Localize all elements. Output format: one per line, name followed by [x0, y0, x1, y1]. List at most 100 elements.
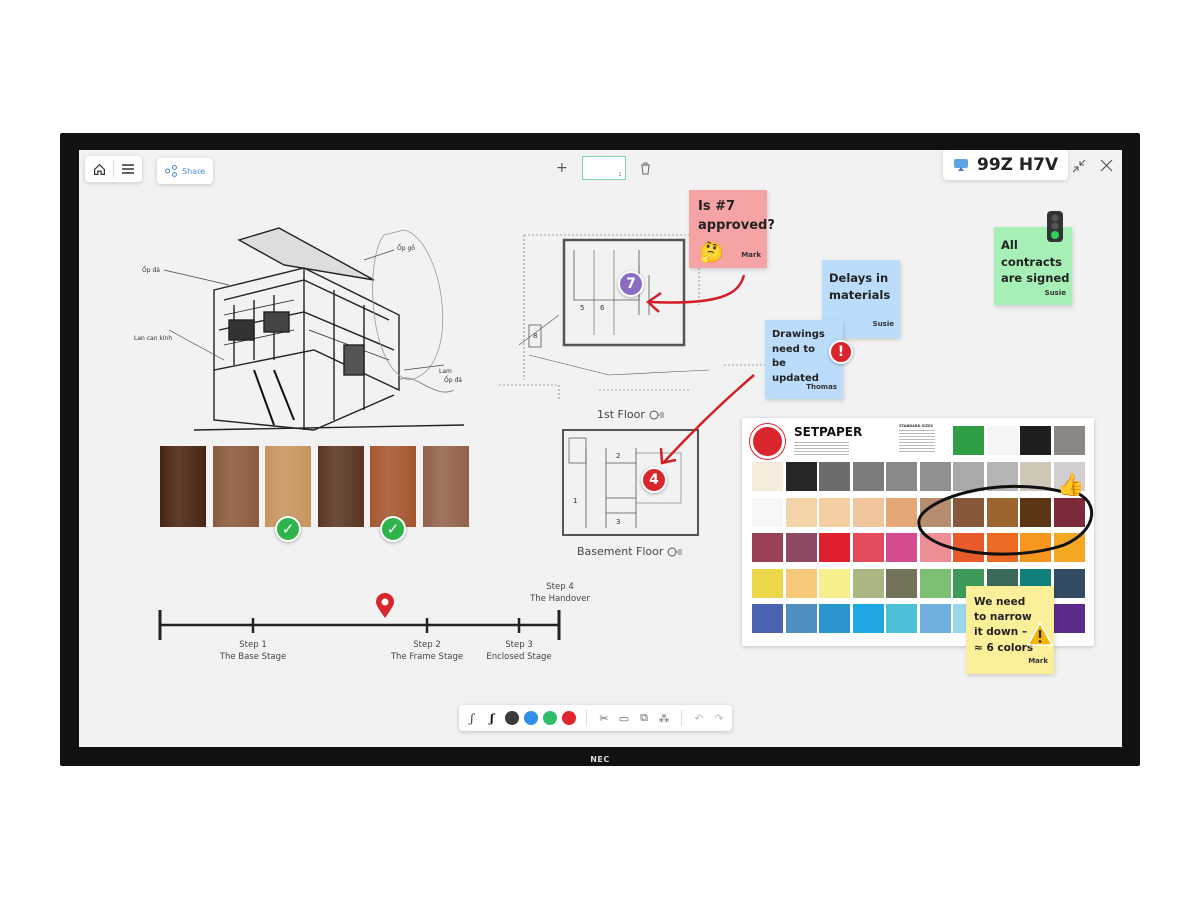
pen-color-dot[interactable]	[543, 711, 557, 725]
color-chip[interactable]	[886, 568, 917, 598]
add-page-button[interactable]: +	[556, 160, 568, 176]
color-chip[interactable]	[919, 497, 951, 527]
color-chip[interactable]	[953, 462, 984, 491]
color-chip[interactable]	[852, 533, 884, 562]
color-chip[interactable]	[785, 533, 817, 562]
color-chip[interactable]	[919, 462, 951, 491]
basement-floor-label: Basement Floor	[577, 545, 683, 558]
close-icon[interactable]	[1100, 159, 1113, 172]
color-chip[interactable]	[1053, 604, 1085, 633]
minimize-icon[interactable]	[1072, 159, 1086, 173]
color-chip[interactable]	[886, 462, 917, 491]
page-thumbnail[interactable]: 1	[581, 156, 626, 180]
color-chip[interactable]	[752, 533, 783, 562]
color-chip[interactable]	[1053, 568, 1085, 598]
shapes-icon[interactable]: ⁂	[657, 712, 671, 725]
color-chip[interactable]	[819, 497, 850, 527]
divider	[681, 710, 682, 726]
traffic-light-icon	[1047, 211, 1063, 242]
compass-icon	[649, 410, 664, 419]
sticky-note-icon[interactable]: ▭	[617, 712, 631, 725]
color-chip[interactable]	[852, 568, 884, 598]
color-chip[interactable]	[1020, 533, 1051, 562]
color-chip[interactable]	[785, 497, 817, 527]
sketch-annotation: Lan can kính	[134, 335, 172, 342]
color-chip[interactable]	[785, 568, 817, 598]
whiteboard-canvas[interactable]: Share + 1 99Z H7V Ốp đá Ốp gỗ Lan can kí…	[79, 150, 1122, 747]
pen-color-dot[interactable]	[505, 711, 519, 725]
room-number: 1	[573, 497, 577, 505]
thick-pen-icon[interactable]: ʃ	[485, 712, 499, 725]
basement-floor-plan[interactable]: 1 2 3	[561, 428, 701, 538]
color-chip[interactable]	[953, 497, 984, 527]
color-chip[interactable]	[886, 604, 917, 633]
color-chip[interactable]	[752, 462, 783, 491]
color-chip[interactable]	[919, 604, 951, 633]
color-chip[interactable]	[819, 462, 850, 491]
wood-swatch[interactable]	[317, 446, 364, 527]
marker-7[interactable]: 7	[618, 271, 644, 297]
color-chip[interactable]	[1020, 497, 1051, 527]
color-chip[interactable]	[752, 604, 783, 633]
wood-swatch[interactable]	[265, 446, 311, 527]
share-label: Share	[182, 166, 206, 176]
color-chip[interactable]	[1053, 533, 1085, 562]
thin-pen-icon[interactable]: ʃ	[465, 712, 479, 725]
color-chip[interactable]	[785, 604, 817, 633]
copy-icon[interactable]: ⧉	[637, 711, 651, 725]
wood-swatch[interactable]	[422, 446, 469, 527]
timeline-step-2: Step 2 The Frame Stage	[390, 640, 464, 662]
color-chip[interactable]	[986, 426, 1018, 455]
share-button[interactable]: Share	[157, 158, 214, 184]
house-sketch[interactable]: Ốp đá Ốp gỗ Lan can kính Lam Ốp đá	[134, 220, 484, 450]
color-chip[interactable]	[953, 533, 984, 562]
sticky-author: Mark	[741, 251, 761, 259]
pen-color-dot[interactable]	[524, 711, 538, 725]
color-chip[interactable]	[852, 604, 884, 633]
redo-icon[interactable]: ↷	[712, 712, 726, 725]
color-chip[interactable]	[986, 462, 1018, 491]
sticky-note-approved[interactable]: Is #7 approved? 🤔 Mark	[689, 190, 775, 268]
wood-swatch[interactable]	[370, 446, 416, 527]
marker-4[interactable]: 4	[641, 467, 667, 493]
color-chip[interactable]	[886, 497, 917, 527]
color-chip[interactable]	[752, 497, 783, 527]
home-button[interactable]	[85, 156, 113, 182]
location-pin-icon[interactable]	[375, 593, 395, 619]
color-chip[interactable]	[819, 604, 850, 633]
room-number: 6	[600, 304, 605, 312]
timeline-step-1: Step 1 The Base Stage	[219, 640, 287, 662]
color-chip[interactable]	[852, 462, 884, 491]
color-chip[interactable]	[953, 426, 984, 455]
color-chip[interactable]	[1020, 426, 1051, 455]
color-picker	[505, 711, 576, 725]
color-chip[interactable]	[1053, 426, 1085, 455]
color-chip[interactable]	[852, 497, 884, 527]
color-chip[interactable]	[819, 533, 850, 562]
sketch-annotation: Ốp đá	[444, 376, 462, 384]
color-chip[interactable]	[986, 533, 1018, 562]
scissors-icon[interactable]: ✂	[597, 712, 611, 725]
sticky-author: Thomas	[806, 383, 837, 391]
color-chip[interactable]	[1020, 462, 1051, 491]
wood-swatch[interactable]	[160, 446, 206, 527]
color-chip[interactable]	[752, 568, 783, 598]
color-chip[interactable]	[1053, 497, 1085, 527]
color-chip[interactable]	[785, 462, 817, 491]
brand-address	[794, 442, 849, 456]
undo-icon[interactable]: ↶	[692, 712, 706, 725]
pen-toolbar: ʃ ʃ ✂ ▭ ⧉ ⁂ ↶ ↷	[459, 705, 732, 731]
sticky-author: Mark	[1028, 657, 1048, 665]
brand-logo: NEC	[590, 755, 610, 764]
trash-icon[interactable]	[640, 162, 651, 175]
share-icon	[165, 165, 177, 177]
fire-alert-icon: !	[829, 340, 853, 364]
menu-button[interactable]	[114, 156, 142, 182]
color-chip[interactable]	[919, 533, 951, 562]
wood-swatch[interactable]	[212, 446, 259, 527]
color-chip[interactable]	[986, 497, 1018, 527]
pen-color-dot[interactable]	[562, 711, 576, 725]
color-chip[interactable]	[886, 533, 917, 562]
color-chip[interactable]	[919, 568, 951, 598]
color-chip[interactable]	[819, 568, 850, 598]
